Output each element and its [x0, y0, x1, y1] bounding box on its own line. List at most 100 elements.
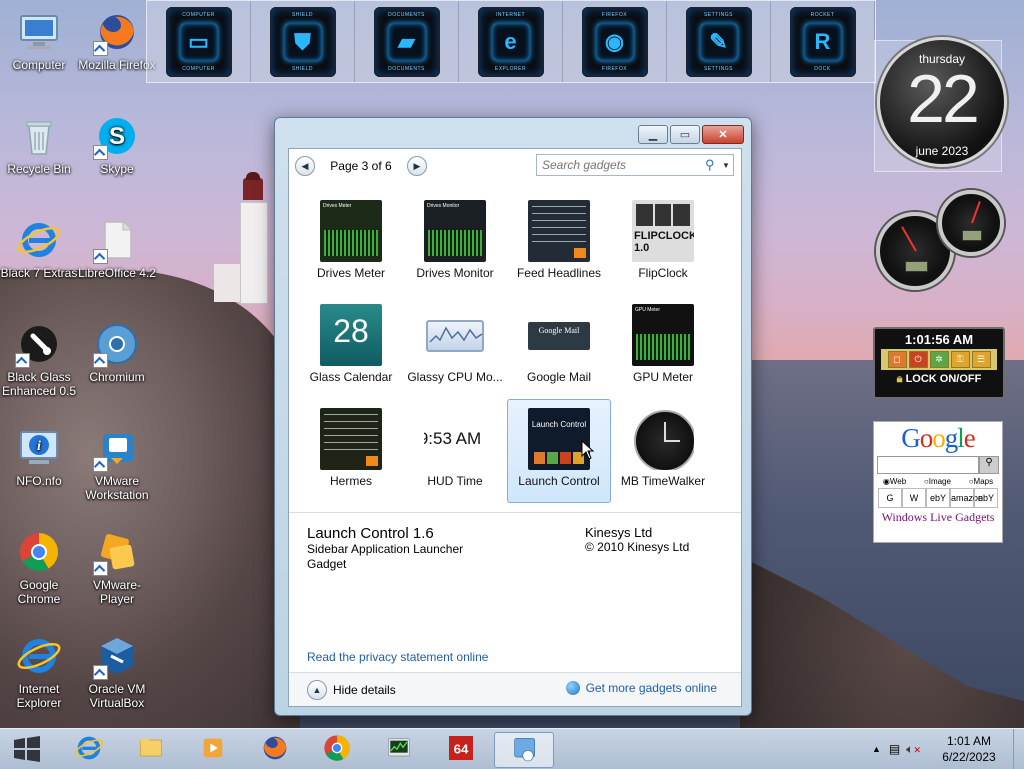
launcher-documents-button[interactable]: DOCUMENTS ▰ DOCUMENTS	[373, 6, 440, 77]
desktop-icon-recycle-bin[interactable]: Recycle Bin	[0, 112, 78, 176]
gadget-mb-timewalker[interactable]: MB TimeWalker	[611, 399, 715, 503]
launcher-slot: FIREFOX ◉ FIREFOX	[563, 1, 667, 82]
shortcut-arrow-icon	[93, 353, 108, 368]
gadget-hud-time[interactable]: 9:53 AM HUD Time	[403, 399, 507, 503]
privacy-link[interactable]: Read the privacy statement online	[307, 650, 488, 664]
square-icon[interactable]: ◻	[887, 351, 907, 368]
get-more-gadgets-link[interactable]: Get more gadgets online	[565, 681, 717, 695]
desktop-icon-vmware-workstation[interactable]: VMware Workstation	[78, 424, 156, 502]
desktop-icon-computer[interactable]: Computer	[0, 8, 78, 72]
desktop-icon-black-7-extras[interactable]: Black 7 Extras	[0, 216, 78, 280]
launcher-settings-button[interactable]: SETTINGS ✎ SETTINGS	[685, 6, 752, 77]
launcher-label-bottom: DOCUMENTS	[388, 65, 425, 72]
shortcut-arrow-icon	[93, 145, 108, 160]
chevron-up-icon: ▲	[307, 680, 327, 700]
gadget-gpu-meter[interactable]: GPU Meter GPU Meter	[611, 295, 715, 399]
key-icon[interactable]: ⚿	[950, 351, 970, 368]
gadget-thumbnail: 28	[320, 304, 382, 366]
launcher-computer-button[interactable]: COMPUTER ▭ COMPUTER	[165, 6, 232, 77]
volume-muted-icon[interactable]: 🔈︎✕	[906, 742, 921, 757]
next-page-button[interactable]: ▶	[407, 156, 427, 176]
taskbar-app-task-manager[interactable]	[370, 732, 428, 766]
gadget-glassy-cpu-mo[interactable]: Glassy CPU Mo...	[403, 295, 507, 399]
google-radio-image[interactable]: ○Image	[924, 477, 951, 486]
meters-gadget[interactable]	[874, 188, 1004, 290]
taskbar-app-ie[interactable]	[60, 732, 118, 766]
chevron-up-icon[interactable]: ▲	[872, 744, 881, 754]
google-quick-link[interactable]: G	[878, 488, 902, 508]
desktop-icon-black-glass-enhanced-0-5[interactable]: Black Glass Enhanced 0.5	[0, 320, 78, 398]
close-button[interactable]: ✕	[702, 125, 744, 144]
prev-page-button[interactable]: ◀	[295, 156, 315, 176]
launcher-rocket-button[interactable]: ROCKET R DOCK	[789, 6, 856, 77]
clock-face: thursday 22 june 2023	[877, 37, 1007, 167]
launcher-label-top: INTERNET	[496, 11, 525, 18]
desktop-icon-label: VMware-Player	[92, 578, 141, 606]
gadget-drives-meter[interactable]: Drives Meter Drives Meter	[299, 191, 403, 295]
google-radio-web[interactable]: ◉Web	[883, 477, 906, 486]
virtualbox-icon	[93, 632, 141, 680]
start-button[interactable]	[4, 732, 50, 766]
desktop-icon-nfo-nfo[interactable]: i NFO.nfo	[0, 424, 78, 488]
list-icon[interactable]: ☰	[971, 351, 991, 368]
maximize-button[interactable]: ▭	[670, 125, 700, 144]
gadget-thumbnail	[528, 200, 590, 262]
gadget-launch-control[interactable]: Launch Control Launch Control	[507, 399, 611, 503]
taskbar-clock[interactable]: 1:01 AM 6/22/2023	[925, 733, 1013, 765]
taskbar-app-gadgets[interactable]	[494, 732, 554, 768]
gadget-flipclock[interactable]: FLIPCLOCK 1.0 FlipClock	[611, 191, 715, 295]
gadget-name: Launch Control	[518, 474, 600, 488]
power-icon[interactable]: ⏻	[908, 351, 928, 368]
network-icon[interactable]: ▤	[889, 742, 900, 756]
gadget-glass-calendar[interactable]: 28 Glass Calendar	[299, 295, 403, 399]
google-search-input[interactable]	[877, 456, 979, 474]
desktop-icon-label: LibreOffice 4.2	[78, 266, 156, 280]
chevron-down-icon[interactable]: ▼	[719, 161, 733, 170]
google-quick-link[interactable]: ebY	[926, 488, 950, 508]
svg-text:64: 64	[454, 741, 469, 756]
desktop-icon-libreoffice-4-2[interactable]: LibreOffice 4.2	[78, 216, 156, 280]
desktop-icon-internet-explorer[interactable]: Internet Explorer	[0, 632, 78, 710]
minimize-button[interactable]: ▁	[638, 125, 668, 144]
desktop-icon-mozilla-firefox[interactable]: Mozilla Firefox	[78, 8, 156, 72]
lock-label[interactable]: 🔒︎ LOCK ON/OFF	[875, 373, 1003, 386]
launcher-internet-button[interactable]: INTERNET e EXPLORER	[477, 6, 544, 77]
google-quick-link[interactable]: W	[902, 488, 926, 508]
launcher-shield-button[interactable]: SHIELD ⛊ SHIELD	[269, 6, 336, 77]
desktop-icon-chromium[interactable]: Chromium	[78, 320, 156, 384]
taskbar-app-firefox[interactable]	[246, 732, 304, 766]
google-radio-maps[interactable]: ○Maps	[969, 477, 993, 486]
firefox-icon: ◉	[595, 22, 634, 61]
gadget-grid: Drives Meter Drives Meter Drives Monitor Dr…	[299, 191, 731, 503]
lock-gadget[interactable]: 1:01:56 AM ◻ ⏻ ✲ ⚿ ☰ 🔒︎ LOCK ON/OFF	[873, 327, 1005, 399]
gadget-drives-monitor[interactable]: Drives Monitor Drives Monitor	[403, 191, 507, 295]
lock-time: 1:01:56 AM	[904, 332, 974, 347]
taskbar-app-explorer[interactable]	[122, 732, 180, 766]
desktop-icon-skype[interactable]: S Skype	[78, 112, 156, 176]
google-search-button[interactable]: ⚲	[979, 456, 999, 474]
show-desktop-button[interactable]	[1013, 729, 1024, 769]
launcher-label-top: ROCKET	[810, 11, 835, 18]
taskbar-app-media-player[interactable]	[184, 732, 242, 766]
taskbar-app-chrome[interactable]	[308, 732, 366, 766]
desktop-icon-google-chrome[interactable]: Google Chrome	[0, 528, 78, 606]
desktop-icon-oracle-vm-virtualbox[interactable]: Oracle VM VirtualBox	[78, 632, 156, 710]
hide-details-button[interactable]: ▲ Hide details	[307, 680, 396, 700]
launcher-firefox-button[interactable]: FIREFOX ◉ FIREFOX	[581, 6, 648, 77]
desktop-icon-vmware-player[interactable]: VMware-Player	[78, 528, 156, 606]
flower-icon[interactable]: ✲	[929, 351, 949, 368]
taskbar-app-aida64[interactable]: 64	[432, 732, 490, 766]
wallpaper-lighthouse	[214, 172, 272, 304]
gadget-hermes[interactable]: Hermes	[299, 399, 403, 503]
google-quick-link[interactable]: amazon	[950, 488, 983, 508]
gadgets-window: ▁ ▭ ✕ ◀ Page 3 of 6 ▶ ⚲ ▼ Drives MeterDr…	[274, 117, 752, 716]
search-input[interactable]	[537, 157, 705, 173]
clock-gadget[interactable]: thursday 22 june 2023	[874, 37, 1007, 172]
search-icon[interactable]: ⚲	[705, 157, 719, 173]
google-quick-link[interactable]: ebY	[974, 488, 998, 508]
gadget-google-mail[interactable]: Google Mail Google Mail	[507, 295, 611, 399]
gadget-feed-headlines[interactable]: Feed Headlines	[507, 191, 611, 295]
ie-icon	[15, 632, 63, 680]
clock-date: 22	[907, 61, 980, 137]
launcher-slot: COMPUTER ▭ COMPUTER	[147, 1, 251, 82]
